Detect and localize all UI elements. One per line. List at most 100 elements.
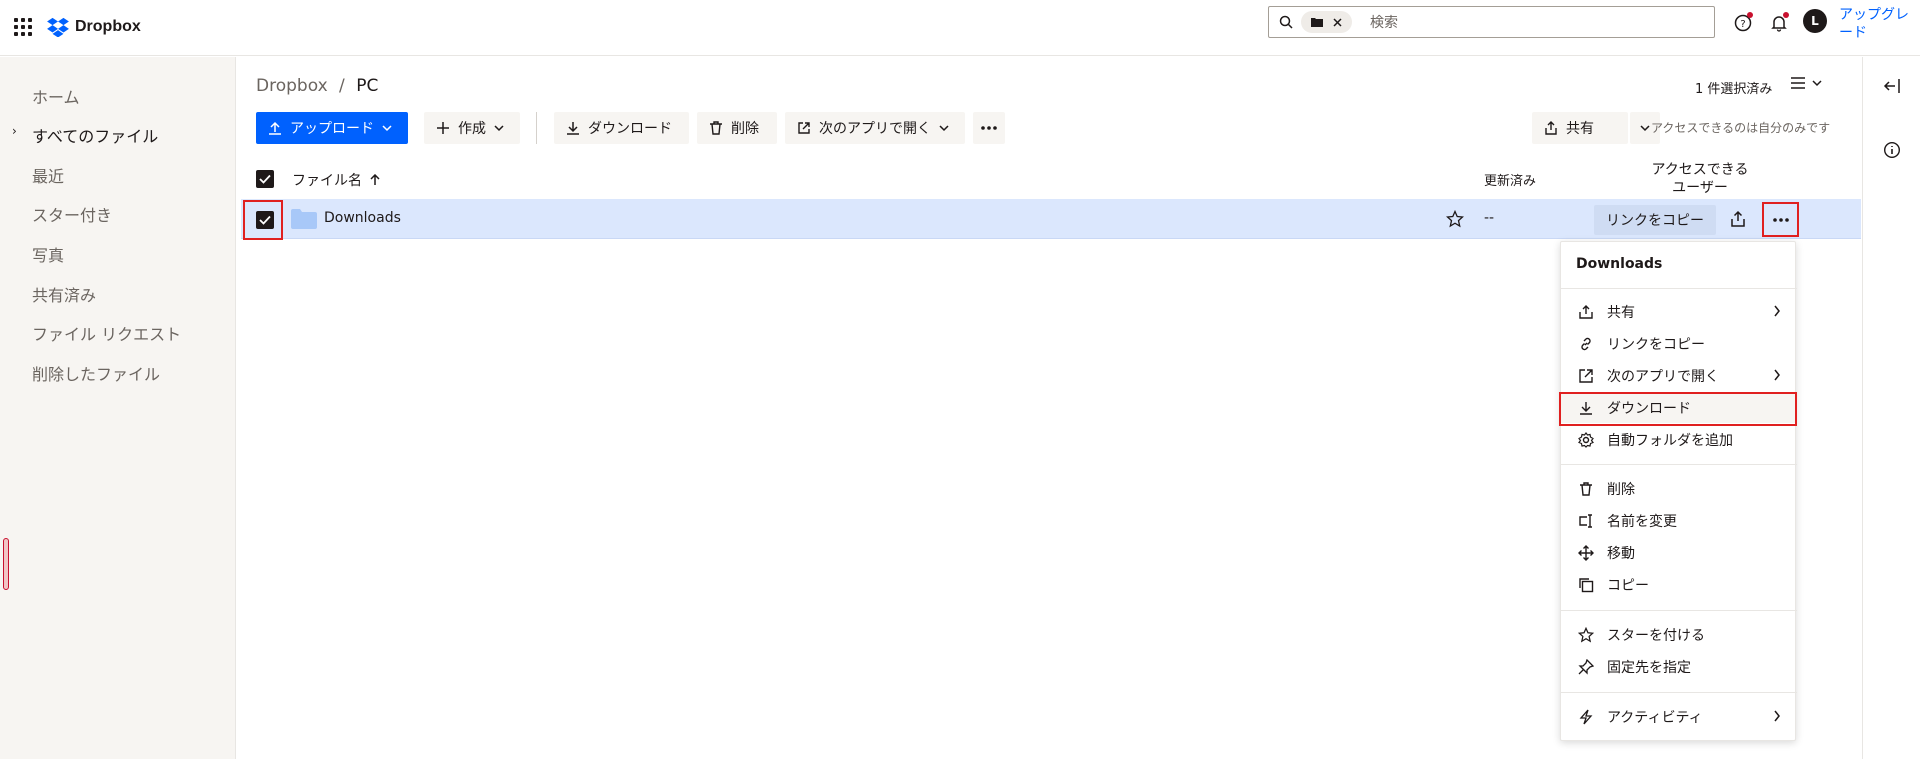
sidebar-item-home[interactable]: ホーム [32,84,80,108]
copy-link-button[interactable]: リンクをコピー [1594,205,1716,235]
upload-icon [269,121,281,135]
chevron-right-icon [1774,305,1780,317]
share-icon [1545,121,1557,135]
menu-item-add-auto-folder[interactable]: 自動フォルダを追加 [1561,425,1797,455]
highlight-checkbox-box [243,200,283,240]
chevron-down-icon [939,125,949,132]
open-in-button[interactable]: 次のアプリで開く [785,112,965,144]
toolbar-divider [536,112,537,144]
menu-divider [1561,610,1797,611]
selection-count: 1 件選択済み [1695,82,1773,97]
menu-divider [1561,464,1797,465]
help-button[interactable]: ? [1730,10,1756,36]
modified-value: -- [1484,210,1495,226]
sidebar-item-starred[interactable]: スター付き [32,202,112,226]
menu-item-star[interactable]: スターを付ける [1561,620,1797,650]
download-button[interactable]: ダウンロード [554,112,689,144]
search-input[interactable]: 検索 [1370,12,1398,32]
menu-item-pin[interactable]: 固定先を指定 [1561,652,1797,682]
access-column-header: アクセスできる ユーザー [1651,162,1749,196]
menu-item-label: 次のアプリで開く [1607,369,1719,385]
menu-item-label: スターを付ける [1607,628,1705,644]
open-in-icon [798,122,810,134]
context-menu: Downloads 共有 リンクをコピー 次のアプリで開く ダウンロード 自動フ… [1559,241,1797,741]
menu-item-label: 名前を変更 [1607,514,1677,530]
dropbox-logo[interactable]: Dropbox [47,15,141,39]
plus-icon [437,122,449,134]
open-in-label: 次のアプリで開く [819,121,931,137]
sidebar-item-deleted-files[interactable]: 削除したファイル [32,361,160,385]
folder-icon [1311,18,1323,27]
modified-column-header[interactable]: 更新済み [1484,170,1536,189]
create-button[interactable]: 作成 [424,112,520,144]
download-label: ダウンロード [588,121,672,137]
sidebar-item-shared[interactable]: 共有済み [32,282,96,306]
upload-button[interactable]: アップロード [256,112,408,144]
menu-item-move[interactable]: 移動 [1561,538,1797,568]
view-toggle[interactable] [1790,76,1822,90]
activity-icon [1579,709,1593,725]
breadcrumb: Dropbox / PC [256,76,378,96]
breadcrumb-root[interactable]: Dropbox [256,76,328,96]
top-bar: Dropbox 検索 ? L アップグレード [0,0,1920,56]
more-actions-button[interactable] [973,112,1005,144]
dropbox-logo-icon [47,17,69,37]
menu-item-rename[interactable]: 名前を変更 [1561,506,1797,536]
chevron-down-icon [1640,125,1650,132]
breadcrumb-current: PC [356,76,379,96]
svg-text:?: ? [1740,19,1745,30]
collapse-panel-icon[interactable] [1883,77,1901,95]
menu-item-share[interactable]: 共有 [1561,297,1797,327]
search-scope-chip[interactable] [1301,11,1352,33]
menu-item-copy[interactable]: コピー [1561,570,1797,600]
delete-label: 削除 [731,121,759,137]
trash-icon [1580,482,1592,496]
check-icon [259,174,271,184]
menu-item-label: 移動 [1607,546,1635,562]
chevron-right-icon [1774,710,1780,722]
sidebar-item-recent[interactable]: 最近 [32,163,64,187]
delete-button[interactable]: 削除 [697,112,777,144]
name-column-header[interactable]: ファイル名 [292,170,380,190]
chevron-right-icon [1774,369,1780,381]
menu-item-open-in[interactable]: 次のアプリで開く [1561,361,1797,391]
gear-icon [1578,432,1594,448]
menu-item-copy-link[interactable]: リンクをコピー [1561,329,1797,359]
scroll-indicator[interactable] [3,538,9,590]
menu-item-delete[interactable]: 削除 [1561,474,1797,504]
sidebar-item-all-files[interactable]: すべてのファイル [32,123,158,147]
menu-item-activity[interactable]: アクティビティ [1561,702,1797,732]
menu-title: Downloads [1576,256,1663,272]
menu-item-label: 共有 [1607,305,1635,321]
sidebar-item-file-requests[interactable]: ファイル リクエスト [32,321,181,345]
access-note: アクセスできるのは自分のみです [1651,121,1831,135]
share-button[interactable]: 共有 [1532,112,1628,144]
app-grid-icon[interactable] [14,18,32,36]
link-icon [1581,337,1591,351]
notifications-button[interactable] [1766,10,1792,36]
avatar[interactable]: L [1803,9,1827,33]
share-icon[interactable] [1729,210,1747,228]
share-icon [1579,305,1593,319]
pin-icon [1578,659,1594,675]
logo-text: Dropbox [75,18,141,35]
menu-item-label: アクティビティ [1607,710,1703,726]
star-icon[interactable] [1446,210,1464,228]
copy-icon [1579,578,1594,593]
file-name[interactable]: Downloads [324,210,401,226]
search-bar[interactable]: 検索 [1268,6,1715,38]
upgrade-link[interactable]: アップグレード [1839,6,1909,42]
create-label: 作成 [458,121,486,137]
sidebar-item-photos[interactable]: 写真 [32,242,64,266]
info-icon[interactable] [1883,141,1901,159]
chevron-right-icon[interactable]: › [12,124,17,138]
notification-dot [1783,12,1789,18]
rename-icon [1579,514,1592,528]
menu-item-label: コピー [1607,578,1649,594]
close-icon[interactable] [1333,17,1342,27]
select-all-checkbox[interactable] [256,170,274,188]
highlight-download-box [1559,392,1797,426]
upload-label: アップロード [290,121,374,137]
highlight-more-box [1762,202,1799,237]
menu-divider [1561,288,1797,289]
